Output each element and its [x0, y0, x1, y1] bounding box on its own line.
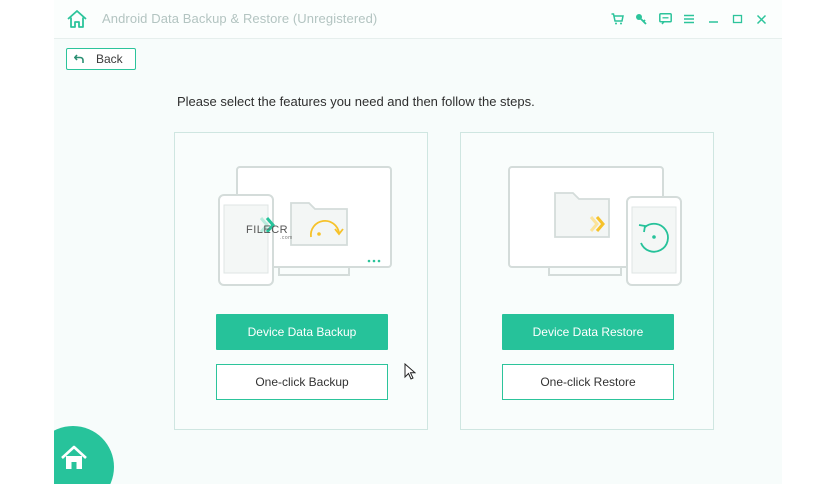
back-label: Back	[96, 52, 123, 66]
backup-illustration	[218, 166, 392, 286]
one-click-backup-button[interactable]: One-click Backup	[216, 364, 388, 400]
device-data-backup-button[interactable]: Device Data Backup	[216, 314, 388, 350]
mouse-cursor-icon	[404, 363, 416, 380]
feedback-icon[interactable]	[658, 12, 672, 26]
one-click-restore-button[interactable]: One-click Restore	[502, 364, 674, 400]
close-icon[interactable]	[754, 12, 768, 26]
instruction-text: Please select the features you need and …	[177, 94, 535, 109]
watermark-sub: .com	[280, 235, 293, 241]
maximize-icon[interactable]	[730, 12, 744, 26]
title-bar: Android Data Backup & Restore (Unregiste…	[54, 0, 782, 39]
home-button[interactable]	[54, 426, 114, 484]
minimize-icon[interactable]	[706, 12, 720, 26]
title-controls	[610, 10, 768, 28]
home-icon[interactable]	[66, 9, 88, 29]
menu-icon[interactable]	[682, 12, 696, 26]
restore-illustration	[508, 166, 682, 286]
back-button[interactable]: Back	[66, 48, 136, 70]
watermark: FILECR .com	[246, 224, 298, 242]
key-icon[interactable]	[634, 12, 648, 26]
home-icon	[61, 445, 87, 469]
window-title: Android Data Backup & Restore (Unregiste…	[102, 11, 378, 26]
app-window: Android Data Backup & Restore (Unregiste…	[54, 0, 782, 484]
cart-icon[interactable]	[610, 12, 624, 26]
back-arrow-icon	[74, 54, 84, 63]
backup-panel: Device Data Backup One-click Backup	[174, 132, 428, 430]
restore-panel: Device Data Restore One-click Restore	[460, 132, 714, 430]
device-data-restore-button[interactable]: Device Data Restore	[502, 314, 674, 350]
